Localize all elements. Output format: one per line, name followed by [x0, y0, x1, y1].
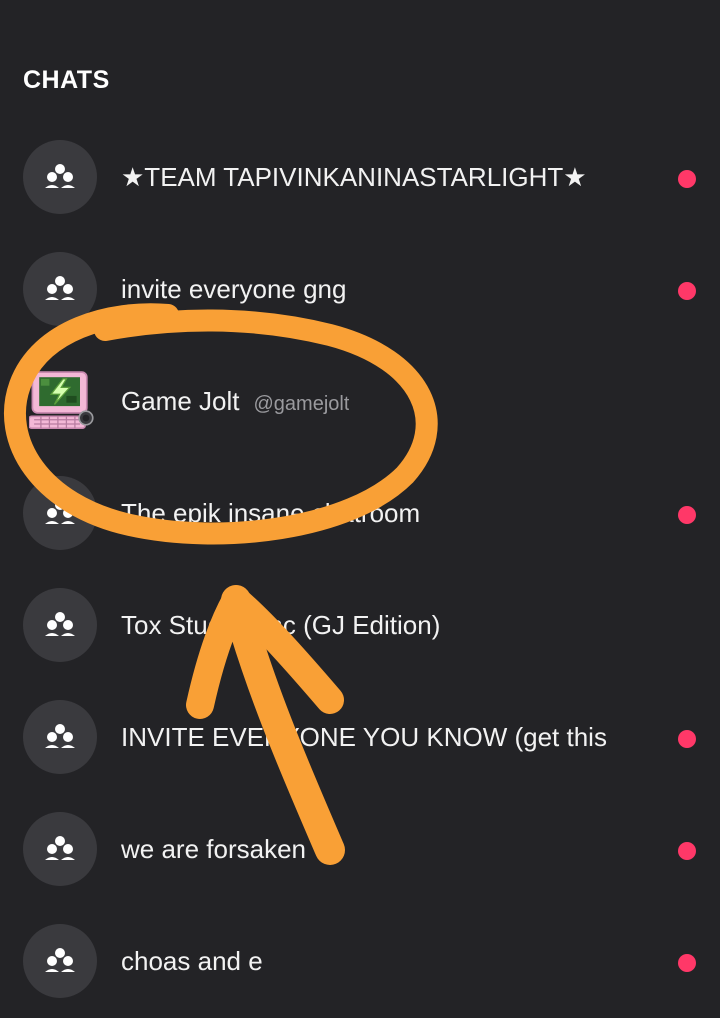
group-icon [45, 836, 75, 860]
chat-row-invite-everyone-you-know[interactable]: INVITE EVERYONE YOU KNOW (get this [0, 682, 720, 794]
chat-row-team-tapivinkaninastarlight[interactable]: ★TEAM TAPIVINKANINASTARLIGHT★ [0, 122, 720, 234]
chat-row-we-are-forsaken[interactable]: we are forsaken [0, 794, 720, 906]
unread-indicator [678, 842, 696, 860]
group-avatar [23, 140, 97, 214]
chat-name: INVITE EVERYONE YOU KNOW (get this [121, 722, 607, 752]
chat-name: we are forsaken [121, 834, 306, 864]
chat-list: ★TEAM TAPIVINKANINASTARLIGHT★ invite eve… [0, 122, 720, 1018]
group-avatar [23, 700, 97, 774]
group-avatar [23, 476, 97, 550]
group-avatar [23, 924, 97, 998]
group-avatar [23, 252, 97, 326]
chat-handle: @gamejolt [253, 393, 350, 415]
chat-row-epik-insane-chatroom[interactable]: The epik insane chatroom [0, 458, 720, 570]
game-jolt-computer-icon [29, 371, 94, 430]
chat-row-choas-and-e[interactable]: choas and e [0, 906, 720, 1018]
chat-name: Game Jolt @gamejolt [121, 386, 349, 417]
chat-name: choas and e [121, 946, 263, 976]
unread-indicator [678, 170, 696, 188]
group-icon [45, 724, 75, 748]
chat-row-invite-everyone-gng[interactable]: invite everyone gng [0, 234, 720, 346]
unread-indicator [678, 506, 696, 524]
chat-row-tox-studios[interactable]: Tox Studios.inc (GJ Edition) [0, 570, 720, 682]
group-avatar [23, 588, 97, 662]
chat-name: invite everyone gng [121, 274, 347, 304]
group-icon [45, 164, 75, 188]
chat-name: ★TEAM TAPIVINKANINASTARLIGHT★ [121, 162, 587, 192]
chats-section-title: CHATS [23, 66, 110, 94]
chat-row-game-jolt[interactable]: Game Jolt @gamejolt [0, 346, 720, 458]
chat-name-text: Game Jolt [121, 386, 240, 416]
group-icon [45, 500, 75, 524]
group-icon [45, 948, 75, 972]
chat-name: Tox Studios.inc (GJ Edition) [121, 610, 441, 640]
game-jolt-avatar [23, 364, 97, 438]
group-icon [45, 276, 75, 300]
group-icon [45, 612, 75, 636]
group-avatar [23, 812, 97, 886]
unread-indicator [678, 282, 696, 300]
unread-indicator [678, 954, 696, 972]
chat-name: The epik insane chatroom [121, 498, 421, 528]
unread-indicator [678, 730, 696, 748]
